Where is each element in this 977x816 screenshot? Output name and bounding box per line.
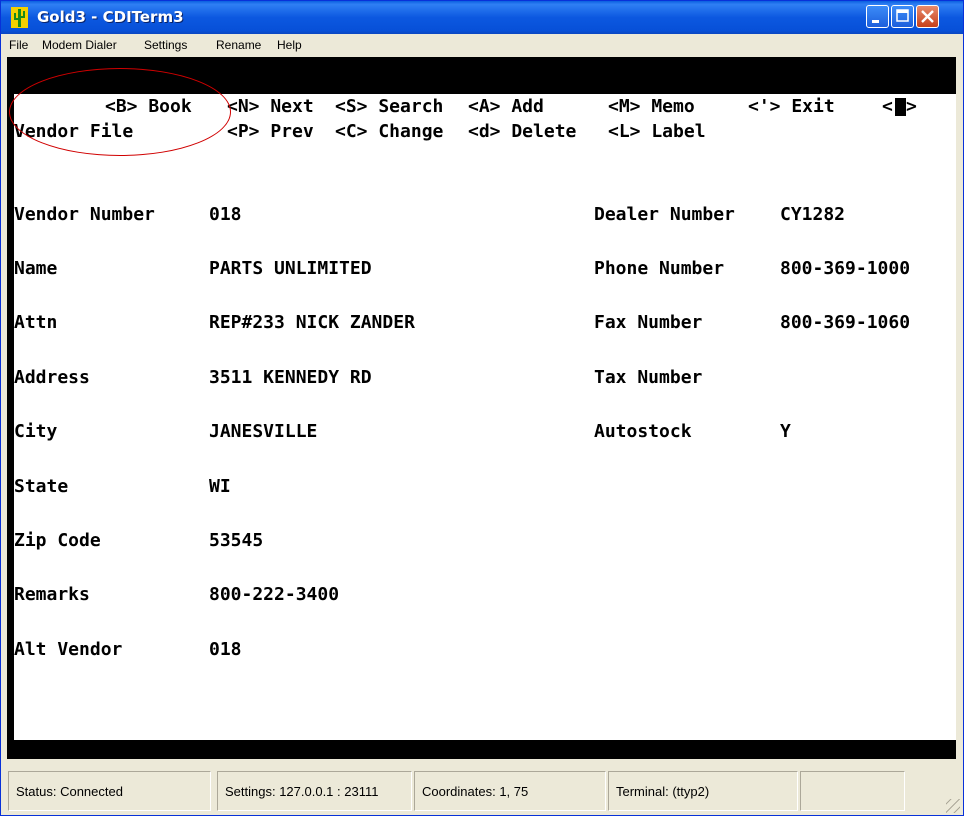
menu-help[interactable]: Help — [277, 38, 302, 52]
field-label: Autostock — [594, 421, 692, 442]
cmd-add: <A> Add — [468, 96, 544, 117]
title-bar[interactable]: Gold3 - CDITerm3 — [1, 1, 963, 34]
field-value: 3511 KENNEDY RD — [209, 367, 372, 388]
field-label: Alt Vendor — [14, 639, 123, 660]
resize-grip-icon[interactable] — [946, 799, 960, 813]
field-value: 800-222-3400 — [209, 584, 340, 605]
field-label: Name — [14, 258, 58, 279]
coordinates-panel: Coordinates: 1, 75 — [414, 771, 606, 811]
field-label: Dealer Number — [594, 204, 735, 225]
terminal-type-text: Terminal: (ttyp2) — [616, 784, 710, 799]
cmd-change: <C> Change — [335, 121, 444, 142]
terminal-screen[interactable]: <B> Book <N> Next <S> Search <A> Add <M>… — [14, 94, 956, 740]
field-value: CY1282 — [780, 204, 846, 225]
cmd-next: <N> Next — [227, 96, 314, 117]
field-label: Fax Number — [594, 312, 703, 333]
app-window: Gold3 - CDITerm3 File Modem Dialer Setti… — [0, 0, 964, 816]
field-label: Vendor Number — [14, 204, 155, 225]
cmd-partial-close: > — [906, 96, 917, 117]
field-value: 800-369-1000 — [780, 258, 911, 279]
menu-settings[interactable]: Settings — [144, 38, 187, 52]
cmd-prev: <P> Prev — [227, 121, 314, 142]
field-label: State — [14, 476, 69, 497]
cmd-delete: <d> Delete — [468, 121, 577, 142]
maximize-button[interactable] — [891, 5, 914, 28]
cmd-partial: < — [882, 96, 893, 117]
maximize-icon — [896, 9, 909, 22]
field-value: 018 — [209, 639, 242, 660]
menu-bar: File Modem Dialer Settings Rename Help — [2, 34, 962, 56]
cmd-label: <L> Label — [608, 121, 706, 142]
field-value: REP#233 NICK ZANDER — [209, 312, 415, 333]
cmd-exit: <'> Exit — [748, 96, 835, 117]
field-value: PARTS UNLIMITED — [209, 258, 372, 279]
field-value: WI — [209, 476, 231, 497]
terminal-panel: Terminal: (ttyp2) — [608, 771, 798, 811]
status-text: Status: Connected — [16, 784, 123, 799]
status-bar: Status: Connected Settings: 127.0.0.1 : … — [2, 765, 962, 815]
minimize-icon — [872, 20, 879, 23]
close-icon — [921, 10, 934, 23]
terminal-area[interactable]: <B> Book <N> Next <S> Search <A> Add <M>… — [7, 57, 956, 759]
menu-file[interactable]: File — [9, 38, 28, 52]
field-label: Remarks — [14, 584, 90, 605]
cmd-search: <S> Search — [335, 96, 444, 117]
minimize-button[interactable] — [866, 5, 889, 28]
menu-rename[interactable]: Rename — [216, 38, 261, 52]
settings-panel: Settings: 127.0.0.1 : 23111 — [217, 771, 412, 811]
window-title: Gold3 - CDITerm3 — [37, 8, 184, 26]
menu-modem-dialer[interactable]: Modem Dialer — [42, 38, 117, 52]
field-label: Tax Number — [594, 367, 703, 388]
terminal-cursor — [895, 98, 906, 116]
field-label: Attn — [14, 312, 58, 333]
extra-panel — [800, 771, 905, 811]
cmd-book: <B> Book — [105, 96, 192, 117]
field-label: Address — [14, 367, 90, 388]
field-value: Y — [780, 421, 791, 442]
close-button[interactable] — [916, 5, 939, 28]
settings-text: Settings: 127.0.0.1 : 23111 — [225, 784, 379, 799]
field-label: Phone Number — [594, 258, 725, 279]
coordinates-text: Coordinates: 1, 75 — [422, 784, 529, 799]
field-value: JANESVILLE — [209, 421, 318, 442]
field-value: 800-369-1060 — [780, 312, 911, 333]
cmd-memo: <M> Memo — [608, 96, 695, 117]
screen-title: Vendor File — [14, 121, 134, 142]
status-panel: Status: Connected — [8, 771, 211, 811]
field-label: City — [14, 421, 58, 442]
cactus-icon[interactable] — [11, 7, 28, 28]
field-value: 53545 — [209, 530, 264, 551]
field-value: 018 — [209, 204, 242, 225]
field-label: Zip Code — [14, 530, 101, 551]
